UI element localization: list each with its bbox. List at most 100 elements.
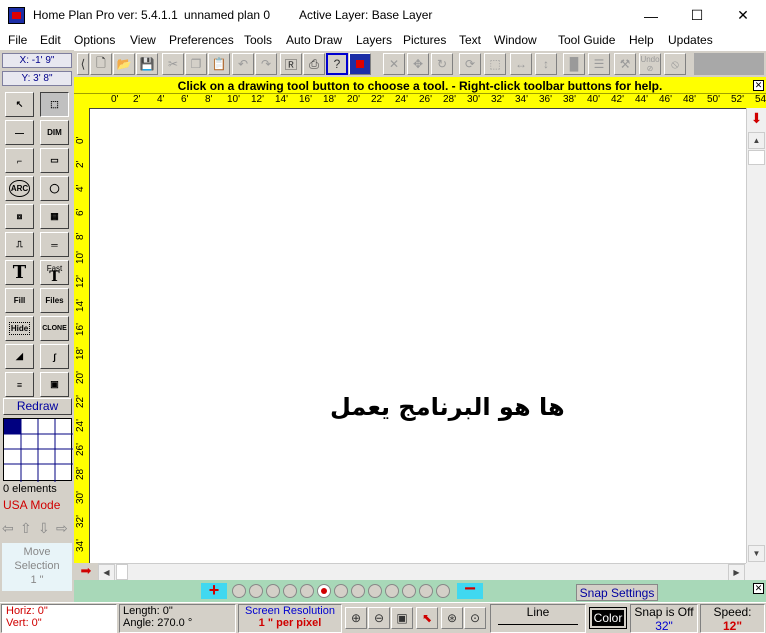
zoom-window-icon[interactable]: ⊛: [441, 607, 463, 629]
print-icon[interactable]: ⎙: [303, 53, 325, 75]
stair-tool[interactable]: ⎍: [5, 232, 34, 257]
menu-auto-draw[interactable]: Auto Draw: [286, 33, 342, 47]
cut-icon[interactable]: ✂: [162, 53, 184, 75]
layer-dot[interactable]: [334, 584, 348, 598]
scroll-down-icon[interactable]: ▼: [748, 545, 765, 562]
mirror-icon[interactable]: ▐▌: [563, 53, 585, 75]
layer-dot[interactable]: [419, 584, 433, 598]
fast-text-tool[interactable]: Fast T: [40, 260, 69, 285]
fill-tool[interactable]: Fill: [5, 288, 34, 313]
open-folder-icon[interactable]: 📂: [113, 53, 135, 75]
redo-arrow-icon[interactable]: ↷: [255, 53, 277, 75]
clone-tool[interactable]: CLONE: [40, 316, 69, 341]
stretch-horizontal-icon[interactable]: ↔: [510, 53, 532, 75]
menu-tool-guide[interactable]: Tool Guide: [558, 33, 615, 47]
scroll-up-icon[interactable]: ▲: [748, 132, 765, 149]
horizontal-scroll-thumb[interactable]: [116, 564, 128, 580]
move-right-icon[interactable]: ⇨: [56, 520, 68, 537]
move-left-icon[interactable]: ⇦: [2, 520, 14, 537]
stretch-vertical-icon[interactable]: ↕: [535, 53, 557, 75]
banner-close-icon[interactable]: ✕: [753, 80, 764, 91]
layer-dot[interactable]: [436, 584, 450, 598]
canvas-text[interactable]: ها هو البرنامج يعمل: [330, 393, 565, 421]
parallel-lines-tool[interactable]: ≡: [5, 372, 34, 397]
layer-dot[interactable]: [300, 584, 314, 598]
menu-updates[interactable]: Updates: [668, 33, 713, 47]
frame-tool[interactable]: ▣: [40, 372, 69, 397]
rotate-icon[interactable]: ↻: [431, 53, 453, 75]
new-file-icon[interactable]: 🗋: [90, 53, 112, 75]
align-icon[interactable]: ☰: [588, 53, 610, 75]
drawing-canvas[interactable]: [89, 108, 746, 563]
layer-dot[interactable]: [385, 584, 399, 598]
horizontal-scrollbar[interactable]: ◀ ▶: [98, 563, 746, 581]
line-tool[interactable]: —: [5, 120, 34, 145]
double-line-tool[interactable]: ═: [40, 232, 69, 257]
add-layer-button[interactable]: +: [201, 581, 227, 599]
circle-tool[interactable]: ◯: [40, 176, 69, 201]
app-logo-icon[interactable]: [349, 53, 371, 75]
menu-file[interactable]: File: [8, 33, 27, 47]
undo-arrow-icon[interactable]: ↶: [232, 53, 254, 75]
polyline-tool[interactable]: ⌐: [5, 148, 34, 173]
line-style-selector[interactable]: Line: [490, 604, 586, 633]
arc-tool[interactable]: ARC: [5, 176, 34, 201]
maximize-button[interactable]: ☐: [674, 0, 720, 31]
move-down-icon[interactable]: ⇩: [38, 520, 50, 537]
save-icon[interactable]: 💾: [136, 53, 158, 75]
vertical-scroll-thumb[interactable]: [748, 150, 765, 165]
rotate-90-icon[interactable]: ⟳: [459, 53, 481, 75]
picture-tool[interactable]: ◢: [5, 344, 34, 369]
scroll-right-icon[interactable]: ▶: [728, 564, 745, 581]
zoom-in-icon[interactable]: ⊕: [345, 607, 367, 629]
window-grid-tool[interactable]: ▦: [40, 204, 69, 229]
dimension-tool[interactable]: DIM: [40, 120, 69, 145]
scroll-top-red-arrow-icon[interactable]: ⬇: [749, 110, 764, 128]
paste-icon[interactable]: 📋: [208, 53, 230, 75]
speed-control[interactable]: Speed: 12": [700, 604, 765, 633]
zoom-arrow-icon[interactable]: ⬉: [416, 607, 438, 629]
hide-tool[interactable]: Hide: [5, 316, 34, 341]
copy-icon[interactable]: ❐: [185, 53, 207, 75]
menu-view[interactable]: View: [130, 33, 156, 47]
close-button[interactable]: ✕: [720, 0, 766, 31]
snap-settings-button[interactable]: Snap Settings: [576, 584, 658, 601]
layerbar-close-icon[interactable]: ✕: [753, 583, 764, 594]
print-preview-icon[interactable]: 🅁: [280, 53, 302, 75]
menu-edit[interactable]: Edit: [40, 33, 61, 47]
snap-status[interactable]: Snap is Off 32": [630, 604, 698, 633]
layer-dot[interactable]: [351, 584, 365, 598]
box-select-tool[interactable]: ⬚: [40, 92, 69, 117]
usa-mode-toggle[interactable]: USA Mode: [3, 498, 60, 512]
remove-layer-button[interactable]: −: [457, 579, 483, 599]
active-layer-dot[interactable]: [317, 584, 331, 598]
layer-dot[interactable]: [368, 584, 382, 598]
menu-preferences[interactable]: Preferences: [169, 33, 234, 47]
select-arrow-tool[interactable]: ↖: [5, 92, 34, 117]
zoom-fit-icon[interactable]: ▣: [391, 607, 413, 629]
wall-tool[interactable]: ⧈: [5, 204, 34, 229]
screen-resolution[interactable]: Screen Resolution 1 " per pixel: [238, 604, 342, 633]
menu-window[interactable]: Window: [494, 33, 537, 47]
files-tool[interactable]: Files: [40, 288, 69, 313]
layer-dot[interactable]: [266, 584, 280, 598]
move-icon[interactable]: ✥: [407, 53, 429, 75]
move-up-icon[interactable]: ⇧: [20, 520, 32, 537]
layer-dot[interactable]: [249, 584, 263, 598]
rectangle-tool[interactable]: ▭: [40, 148, 69, 173]
toolbar-scroll-left[interactable]: ⟨: [77, 53, 89, 75]
no-entry-icon[interactable]: ⦸: [664, 53, 686, 75]
help-icon[interactable]: ?: [326, 53, 348, 75]
curve-tool[interactable]: ∫: [40, 344, 69, 369]
redraw-button[interactable]: Redraw: [3, 398, 72, 415]
vertical-scrollbar[interactable]: ⬇ ▲ ▼: [746, 108, 766, 563]
layer-dot[interactable]: [232, 584, 246, 598]
layer-grid[interactable]: [3, 418, 73, 482]
scroll-left-red-arrow-icon[interactable]: ➡: [74, 563, 98, 580]
color-button[interactable]: Color: [589, 607, 627, 629]
scroll-left-icon[interactable]: ◀: [98, 564, 115, 581]
select-region-icon[interactable]: ⬚: [484, 53, 506, 75]
text-tool[interactable]: T: [5, 260, 34, 285]
measure-icon[interactable]: ⚒: [614, 53, 636, 75]
menu-text[interactable]: Text: [459, 33, 481, 47]
